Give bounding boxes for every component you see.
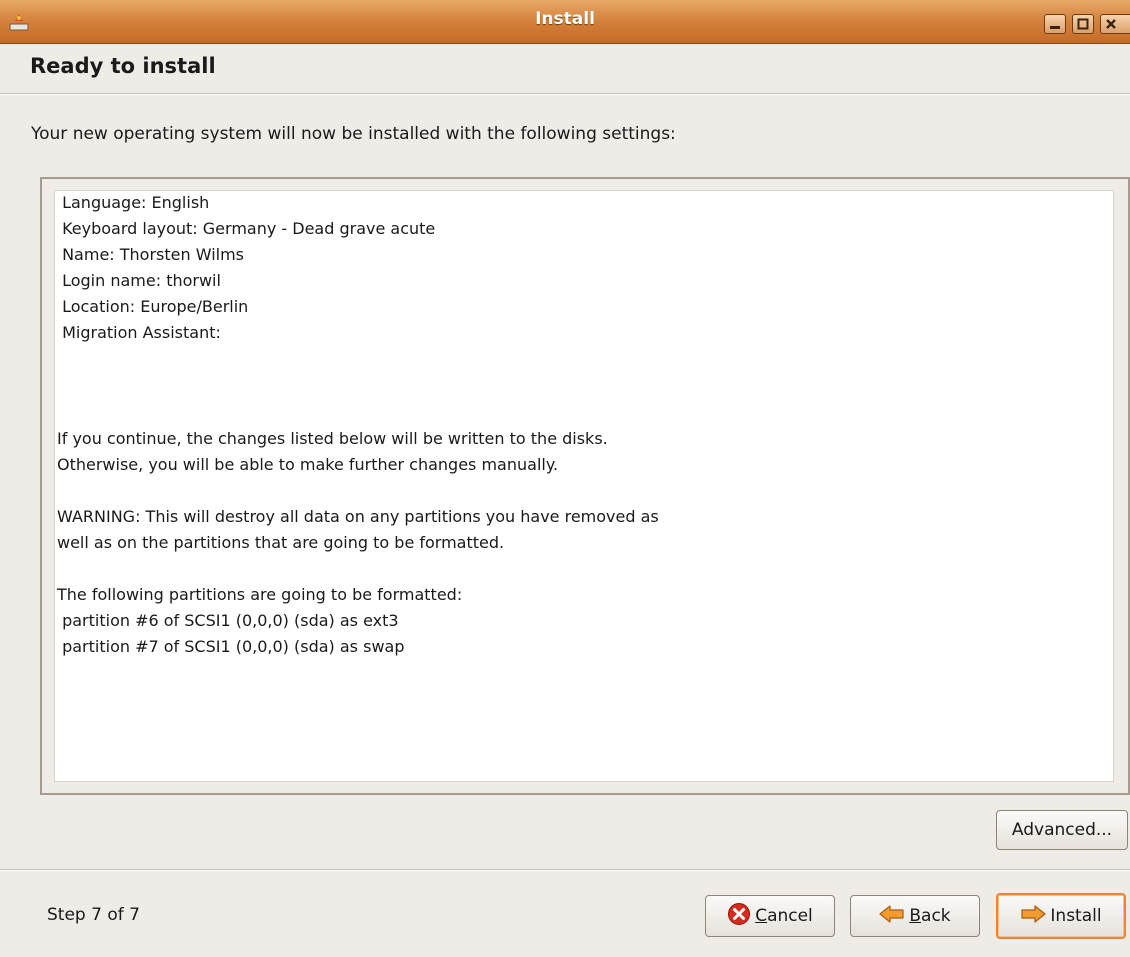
page-title: Ready to install <box>30 54 216 78</box>
cancel-button[interactable]: Cancel <box>705 895 835 937</box>
install-button[interactable]: Install <box>996 893 1126 939</box>
footer-divider <box>0 869 1130 871</box>
minimize-button[interactable] <box>1044 14 1066 34</box>
forward-arrow-icon <box>1020 904 1047 929</box>
maximize-button[interactable] <box>1072 14 1094 34</box>
summary-line: Otherwise, you will be able to make furt… <box>57 455 559 474</box>
summary-frame: Language: English Keyboard layout: Germa… <box>40 177 1130 795</box>
summary-line: Location: Europe/Berlin <box>57 297 249 316</box>
summary-line: The following partitions are going to be… <box>57 585 463 604</box>
installer-icon <box>8 12 30 32</box>
back-arrow-icon <box>879 904 905 929</box>
summary-line: partition #6 of SCSI1 (0,0,0) (sda) as e… <box>57 611 399 630</box>
summary-line: Name: Thorsten Wilms <box>57 245 245 264</box>
summary-line: Login name: thorwil <box>57 271 221 290</box>
cancel-icon <box>727 902 751 931</box>
summary-line: Migration Assistant: <box>57 323 221 342</box>
summary-line: If you continue, the changes listed belo… <box>57 429 608 448</box>
advanced-button-label: Advanced... <box>1011 820 1113 840</box>
install-window: Install Ready to install Your new operat… <box>0 0 1130 957</box>
back-button[interactable]: Back <box>850 895 980 937</box>
cancel-label-rest: ancel <box>767 906 813 926</box>
summary-line: Keyboard layout: Germany - Dead grave ac… <box>57 219 436 238</box>
intro-text: Your new operating system will now be in… <box>31 124 676 144</box>
title-bar[interactable]: Install <box>0 0 1130 44</box>
cancel-mnemonic: C <box>755 906 768 926</box>
back-mnemonic: B <box>909 906 922 926</box>
maximize-icon <box>1077 18 1089 30</box>
summary-line: WARNING: This will destroy all data on a… <box>57 507 659 526</box>
back-button-label: Back <box>909 906 950 926</box>
back-label-rest: ack <box>921 906 951 926</box>
close-icon <box>1106 19 1116 29</box>
summary-line: well as on the partitions that are going… <box>57 533 505 552</box>
close-button[interactable] <box>1100 14 1130 34</box>
header-divider <box>0 93 1130 95</box>
step-indicator: Step 7 of 7 <box>47 905 140 925</box>
summary-text-view[interactable]: Language: English Keyboard layout: Germa… <box>54 190 1114 782</box>
install-button-label: Install <box>1050 906 1102 926</box>
summary-line: Language: English <box>57 193 210 212</box>
window-title: Install <box>535 9 595 29</box>
minimize-icon <box>1050 26 1060 29</box>
advanced-button[interactable]: Advanced... <box>996 810 1128 850</box>
summary-line: partition #7 of SCSI1 (0,0,0) (sda) as s… <box>57 637 405 656</box>
cancel-button-label: Cancel <box>755 906 813 926</box>
